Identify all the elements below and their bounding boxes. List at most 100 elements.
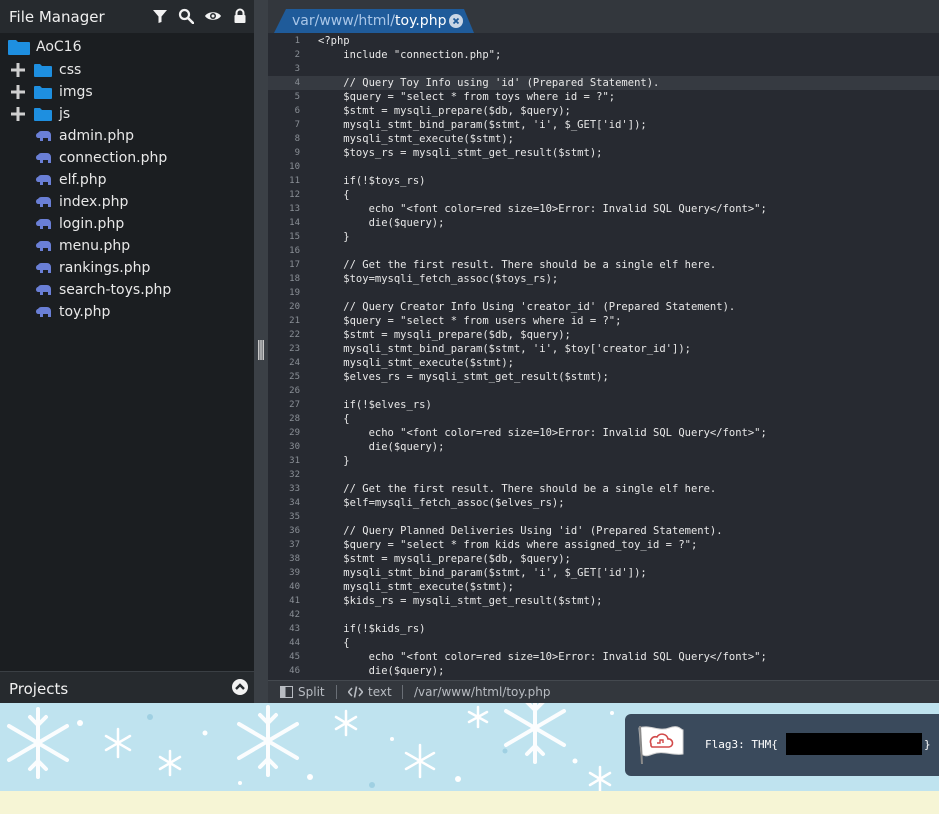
code-line[interactable]: 34 $elf=mysqli_fetch_assoc($elves_rs); xyxy=(268,496,939,510)
split-button[interactable]: Split xyxy=(298,685,325,699)
code-line[interactable]: 21 $query = "select * from users where i… xyxy=(268,314,939,328)
line-number: 12 xyxy=(289,190,300,200)
code-line[interactable]: 4 // Query Toy Info using 'id' (Prepared… xyxy=(268,76,939,90)
line-text: mysqli_stmt_bind_param($stmt, 'i', $toy[… xyxy=(318,343,691,355)
tree-file-index[interactable]: index.php xyxy=(0,191,254,213)
code-line[interactable]: 41 $kids_rs = mysqli_stmt_get_result($st… xyxy=(268,594,939,608)
file-label: menu.php xyxy=(59,238,131,254)
file-label: index.php xyxy=(59,194,129,210)
code-line[interactable]: 17 // Get the first result. There should… xyxy=(268,258,939,272)
code-line[interactable]: 8 mysqli_stmt_execute($stmt); xyxy=(268,132,939,146)
tree-file-menu[interactable]: menu.php xyxy=(0,235,254,257)
code-line[interactable]: 29 echo "<font color=red size=10>Error: … xyxy=(268,426,939,440)
line-number: 14 xyxy=(289,218,300,228)
code-line[interactable]: 37 $query = "select * from kids where as… xyxy=(268,538,939,552)
code-line[interactable]: 6 $stmt = mysqli_prepare($db, $query); xyxy=(268,104,939,118)
line-text: include "connection.php"; xyxy=(318,49,502,61)
code-line[interactable]: 28 { xyxy=(268,412,939,426)
line-number: 31 xyxy=(289,456,300,466)
lock-icon[interactable] xyxy=(232,8,248,24)
code-line[interactable]: 36 // Query Planned Deliveries Using 'id… xyxy=(268,524,939,538)
line-text: die($query); xyxy=(318,217,445,229)
code-line[interactable]: 10 xyxy=(268,160,939,174)
code-line[interactable]: 35 xyxy=(268,510,939,524)
panel-splitter[interactable] xyxy=(254,0,268,703)
plus-icon[interactable] xyxy=(10,84,26,100)
line-number: 19 xyxy=(289,288,300,298)
line-text: mysqli_stmt_execute($stmt); xyxy=(318,357,514,369)
line-number: 37 xyxy=(289,540,300,550)
code-line[interactable]: 9 $toys_rs = mysqli_stmt_get_result($stm… xyxy=(268,146,939,160)
tree-file-admin[interactable]: admin.php xyxy=(0,125,254,147)
code-line[interactable]: 31 } xyxy=(268,454,939,468)
tree-file-elf[interactable]: elf.php xyxy=(0,169,254,191)
code-line[interactable]: 19 xyxy=(268,286,939,300)
code-line[interactable]: 14 die($query); xyxy=(268,216,939,230)
code-line[interactable]: 5 $query = "select * from toys where id … xyxy=(268,90,939,104)
file-label: elf.php xyxy=(59,172,107,188)
search-icon[interactable] xyxy=(178,8,194,24)
line-text: $query = "select * from toys where id = … xyxy=(318,91,616,103)
code-line[interactable]: 16 xyxy=(268,244,939,258)
eye-icon[interactable] xyxy=(205,8,221,24)
projects-panel-header[interactable]: Projects xyxy=(0,671,254,704)
line-text: if(!$elves_rs) xyxy=(318,399,432,411)
code-line[interactable]: 32 xyxy=(268,468,939,482)
folder-label: css xyxy=(59,62,82,78)
mode-selector[interactable]: text xyxy=(368,685,392,699)
tree-root[interactable]: AoC16 xyxy=(0,36,254,58)
code-line[interactable]: 30 die($query); xyxy=(268,440,939,454)
code-line[interactable]: 44 { xyxy=(268,636,939,650)
code-line[interactable]: 22 $stmt = mysqli_prepare($db, $query); xyxy=(268,328,939,342)
code-line[interactable]: 43 if(!$kids_rs) xyxy=(268,622,939,636)
tree-file-toy[interactable]: toy.php xyxy=(0,301,254,323)
code-area[interactable]: 1 <?php 2 include "connection.php"; 3 4 // Q… xyxy=(268,34,939,678)
code-line[interactable]: 13 echo "<font color=red size=10>Error: … xyxy=(268,202,939,216)
code-line[interactable]: 40 mysqli_stmt_execute($stmt); xyxy=(268,580,939,594)
code-line[interactable]: 12 { xyxy=(268,188,939,202)
file-manager-title: File Manager xyxy=(9,8,105,26)
code-line[interactable]: 27 if(!$elves_rs) xyxy=(268,398,939,412)
tree-folder-imgs[interactable]: imgs xyxy=(0,81,254,103)
tree-file-rankings[interactable]: rankings.php xyxy=(0,257,254,279)
code-line[interactable]: 20 // Query Creator Info Using 'creator_… xyxy=(268,300,939,314)
code-line[interactable]: 46 die($query); xyxy=(268,664,939,678)
tree-file-search-toys[interactable]: search-toys.php xyxy=(0,279,254,301)
close-icon[interactable] xyxy=(449,14,463,28)
code-line[interactable]: 3 xyxy=(268,62,939,76)
tree-file-connection[interactable]: connection.php xyxy=(0,147,254,169)
tree-folder-js[interactable]: js xyxy=(0,103,254,125)
line-number: 27 xyxy=(289,400,300,410)
code-line[interactable]: 7 mysqli_stmt_bind_param($stmt, 'i', $_G… xyxy=(268,118,939,132)
split-icon[interactable] xyxy=(280,686,293,698)
code-line[interactable]: 33 // Get the first result. There should… xyxy=(268,482,939,496)
code-line[interactable]: 11 if(!$toys_rs) xyxy=(268,174,939,188)
line-text: // Get the first result. There should be… xyxy=(318,259,717,271)
tree-file-login[interactable]: login.php xyxy=(0,213,254,235)
code-line[interactable]: 25 $elves_rs = mysqli_stmt_get_result($s… xyxy=(268,370,939,384)
grip-icon[interactable] xyxy=(258,340,264,360)
code-line[interactable]: 24 mysqli_stmt_execute($stmt); xyxy=(268,356,939,370)
code-line[interactable]: 2 include "connection.php"; xyxy=(268,48,939,62)
tree-folder-css[interactable]: css xyxy=(0,59,254,81)
code-line[interactable]: 39 mysqli_stmt_bind_param($stmt, 'i', $_… xyxy=(268,566,939,580)
line-text: { xyxy=(318,189,350,201)
line-text: // Query Planned Deliveries Using 'id' (… xyxy=(318,525,723,537)
file-label: toy.php xyxy=(59,304,111,320)
line-number: 15 xyxy=(289,232,300,242)
code-line[interactable]: 1 <?php xyxy=(268,34,939,48)
code-line[interactable]: 38 $stmt = mysqli_prepare($db, $query); xyxy=(268,552,939,566)
code-line[interactable]: 18 $toy=mysqli_fetch_assoc($toys_rs); xyxy=(268,272,939,286)
folder-icon xyxy=(34,64,52,77)
plus-icon[interactable] xyxy=(10,62,26,78)
chevron-up-icon[interactable] xyxy=(232,679,248,695)
plus-icon[interactable] xyxy=(10,106,26,122)
code-line[interactable]: 23 mysqli_stmt_bind_param($stmt, 'i', $t… xyxy=(268,342,939,356)
code-line[interactable]: 15 } xyxy=(268,230,939,244)
filter-icon[interactable] xyxy=(152,8,168,24)
flag-notification[interactable]: Flag3: THM{ } xyxy=(625,714,939,776)
line-text: $stmt = mysqli_prepare($db, $query); xyxy=(318,329,571,341)
code-line[interactable]: 45 echo "<font color=red size=10>Error: … xyxy=(268,650,939,664)
code-line[interactable]: 26 xyxy=(268,384,939,398)
code-line[interactable]: 42 xyxy=(268,608,939,622)
